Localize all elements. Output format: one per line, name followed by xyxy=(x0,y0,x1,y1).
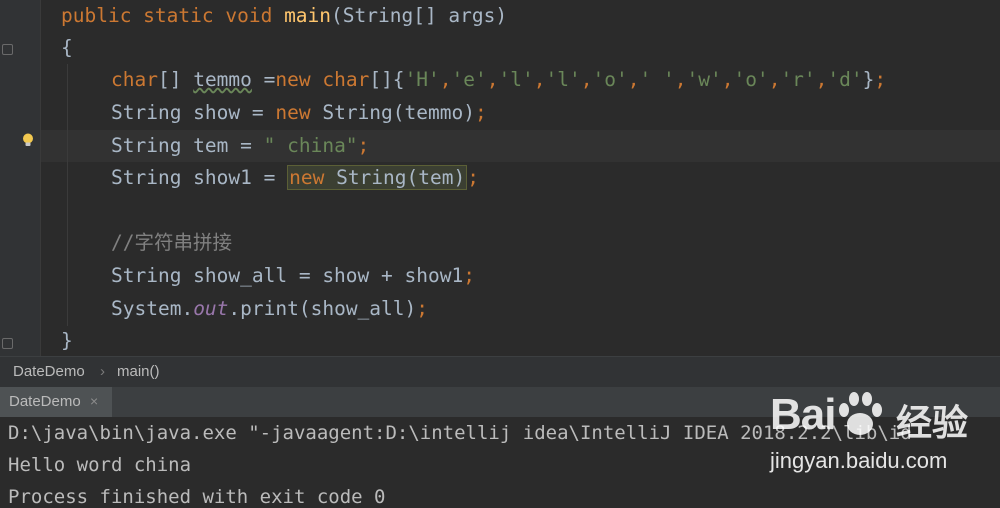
code-editor[interactable]: public static void main(String[] args) {… xyxy=(0,0,1000,356)
console-line: Hello word china xyxy=(8,454,192,476)
breadcrumb: DateDemo › main() xyxy=(0,356,1000,387)
breadcrumb-class[interactable]: DateDemo xyxy=(13,363,85,380)
console-line: Process finished with exit code 0 xyxy=(8,486,386,508)
breadcrumb-method[interactable]: main() xyxy=(117,363,160,380)
tab-label: DateDemo xyxy=(9,393,81,410)
selected-expression[interactable]: new String(tem) xyxy=(287,165,468,190)
lightbulb-icon[interactable] xyxy=(22,133,34,147)
close-icon[interactable]: × xyxy=(90,393,98,409)
code-line[interactable]: System.out.print(show_all); xyxy=(111,293,428,325)
code-line[interactable]: public static void main(String[] args) xyxy=(61,0,507,32)
paw-icon xyxy=(839,392,882,435)
fold-marker-icon[interactable] xyxy=(2,338,13,349)
code-line[interactable]: } xyxy=(61,325,73,357)
code-line[interactable]: String show = new String(temmo); xyxy=(111,97,487,129)
indent-guide xyxy=(67,64,68,326)
code-line[interactable]: { xyxy=(61,32,73,64)
editor-gutter xyxy=(0,0,41,356)
breadcrumb-separator: › xyxy=(100,363,105,380)
tab-run-datedemo[interactable]: DateDemo × xyxy=(0,387,112,417)
code-line[interactable]: String show_all = show + show1; xyxy=(111,260,475,292)
code-comment[interactable]: //字符串拼接 xyxy=(111,227,232,259)
baidu-jingyan-watermark: Bai du 经验 jingyan.baidu.com xyxy=(770,388,1000,478)
code-line[interactable]: char[] temmo =new char[]{'H','e','l','l'… xyxy=(111,64,886,96)
watermark-cn: 经验 xyxy=(896,403,969,444)
fold-marker-icon[interactable] xyxy=(2,44,13,55)
watermark-logo: Bai xyxy=(770,390,836,439)
code-line[interactable]: String tem = " china"; xyxy=(111,130,369,162)
code-line[interactable]: String show1 = new String(tem); xyxy=(111,162,479,194)
watermark-url: jingyan.baidu.com xyxy=(770,448,948,473)
